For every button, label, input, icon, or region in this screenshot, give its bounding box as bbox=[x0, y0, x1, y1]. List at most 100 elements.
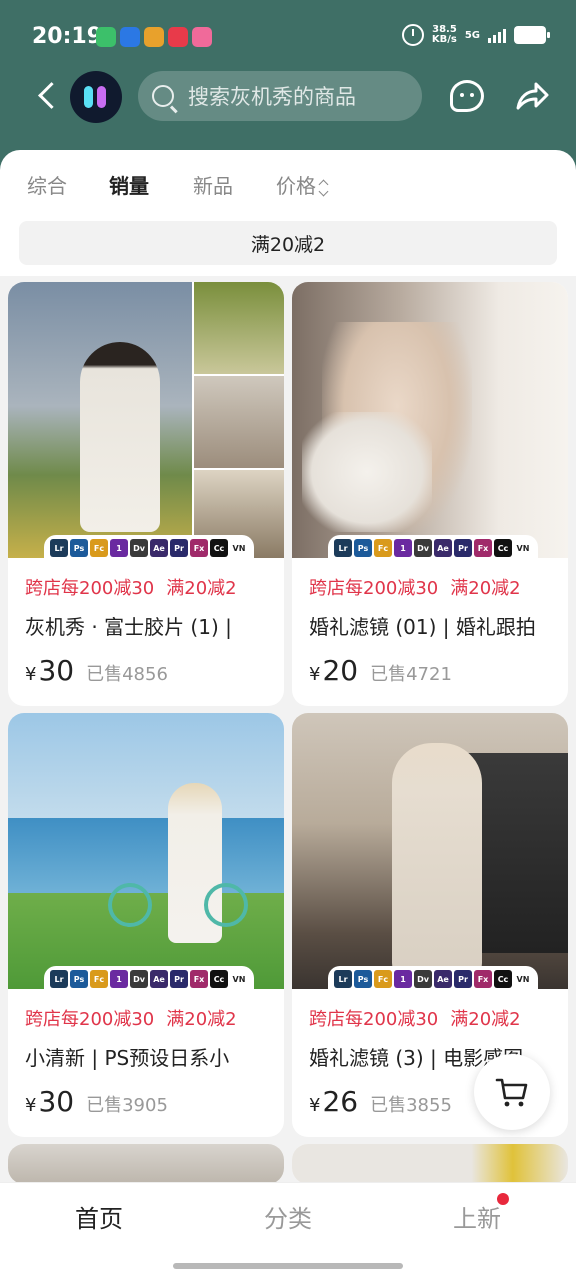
sold-count: 已售4856 bbox=[86, 664, 168, 685]
software-badges: Lr Ps Fc 1 Dv Ae Pr Fx Cc VN bbox=[328, 966, 538, 992]
network-type: 5G bbox=[464, 29, 480, 41]
app-notification-icon bbox=[168, 27, 188, 47]
price-value: 20 bbox=[322, 654, 359, 687]
final-cut-badge-icon: Fx bbox=[190, 970, 208, 988]
app-notification-icon bbox=[96, 27, 116, 47]
promo-tags: 跨店每200减30 满20减2 bbox=[25, 1005, 237, 1031]
promo-tag: 跨店每200减30 bbox=[25, 1009, 155, 1030]
software-badges: Lr Ps Fc 1 Dv Ae Pr Fx Cc VN bbox=[44, 966, 254, 992]
app-badge-icon: 1 bbox=[394, 539, 412, 557]
capcut-badge-icon: Cc bbox=[494, 539, 512, 557]
tab-sales[interactable]: 销量 bbox=[109, 170, 149, 199]
after-effects-badge-icon: Ae bbox=[150, 970, 168, 988]
promo-tag: 满20减2 bbox=[166, 1009, 237, 1030]
product-image bbox=[8, 1144, 284, 1184]
capcut-badge-icon: Cc bbox=[210, 970, 228, 988]
premiere-badge-icon: Pr bbox=[170, 970, 188, 988]
promo-tag: 跨店每200减30 bbox=[309, 578, 439, 599]
davinci-badge-icon: Dv bbox=[130, 970, 148, 988]
premiere-badge-icon: Pr bbox=[454, 970, 472, 988]
search-icon bbox=[152, 85, 174, 107]
notification-dot bbox=[497, 1193, 509, 1205]
product-price: ¥20 已售4721 bbox=[309, 654, 452, 687]
cart-button[interactable] bbox=[474, 1054, 550, 1130]
product-title: 灰机秀 · 富士胶片 (1) | bbox=[25, 615, 232, 639]
product-price: ¥30 已售3905 bbox=[25, 1085, 168, 1118]
product-card[interactable]: Lr Ps Fc 1 Dv Ae Pr Fx Cc VN 跨店每200减30 满2… bbox=[8, 282, 284, 706]
status-bar: 20:19 38.5 KB/s 5G bbox=[0, 18, 576, 58]
premiere-badge-icon: Pr bbox=[454, 539, 472, 557]
promo-filter-chip[interactable]: 满20减2 bbox=[19, 221, 557, 265]
currency-symbol: ¥ bbox=[309, 664, 321, 685]
product-price: ¥30 已售4856 bbox=[25, 654, 168, 687]
nav-categories[interactable]: 分类 bbox=[264, 1199, 312, 1234]
network-speed: 38.5 KB/s bbox=[432, 25, 457, 45]
price-value: 26 bbox=[322, 1085, 359, 1118]
sort-arrows-icon bbox=[318, 179, 328, 197]
share-icon bbox=[516, 82, 549, 110]
vn-badge-icon: VN bbox=[230, 539, 248, 557]
final-cut-badge-icon: Fx bbox=[474, 970, 492, 988]
price-value: 30 bbox=[38, 654, 75, 687]
app-notification-icon bbox=[192, 27, 212, 47]
davinci-badge-icon: Dv bbox=[130, 539, 148, 557]
app-badge-icon: Fc bbox=[90, 970, 108, 988]
currency-symbol: ¥ bbox=[309, 1095, 321, 1116]
back-button[interactable] bbox=[34, 80, 64, 112]
promo-tag: 满20减2 bbox=[166, 578, 237, 599]
speed-unit: KB/s bbox=[431, 34, 457, 45]
promo-tag: 满20减2 bbox=[450, 1009, 521, 1030]
tab-price[interactable]: 价格 bbox=[276, 170, 328, 199]
home-indicator[interactable] bbox=[173, 1263, 403, 1269]
shop-logo-icon bbox=[83, 86, 109, 108]
app-notification-icon bbox=[144, 27, 164, 47]
currency-symbol: ¥ bbox=[25, 1095, 37, 1116]
lightroom-badge-icon: Lr bbox=[50, 970, 68, 988]
vn-badge-icon: VN bbox=[514, 539, 532, 557]
product-card[interactable]: Lr Ps Fc 1 Dv Ae Pr Fx Cc VN 跨店每200减30 满2… bbox=[292, 282, 568, 706]
alarm-icon bbox=[401, 24, 424, 46]
nav-new-arrivals[interactable]: 上新 bbox=[453, 1199, 501, 1234]
price-value: 30 bbox=[38, 1085, 75, 1118]
battery-icon bbox=[514, 26, 550, 44]
shop-navbar: 搜索灰机秀的商品 bbox=[0, 68, 576, 124]
search-placeholder: 搜索灰机秀的商品 bbox=[188, 85, 356, 109]
promo-tags: 跨店每200减30 满20减2 bbox=[25, 574, 237, 600]
tab-new[interactable]: 新品 bbox=[193, 170, 233, 199]
signal-icon bbox=[488, 27, 506, 43]
cart-icon bbox=[495, 1078, 528, 1107]
nav-home[interactable]: 首页 bbox=[75, 1199, 123, 1234]
product-card[interactable] bbox=[292, 1144, 568, 1184]
promo-tags: 跨店每200减30 满20减2 bbox=[309, 1005, 521, 1031]
promo-tags: 跨店每200减30 满20减2 bbox=[309, 574, 521, 600]
currency-symbol: ¥ bbox=[25, 664, 37, 685]
product-card[interactable] bbox=[8, 1144, 284, 1184]
share-button[interactable] bbox=[514, 80, 550, 112]
software-badges: Lr Ps Fc 1 Dv Ae Pr Fx Cc VN bbox=[328, 535, 538, 561]
lightroom-badge-icon: Lr bbox=[50, 539, 68, 557]
bottom-nav: 首页 分类 上新 bbox=[0, 1182, 576, 1280]
sold-count: 已售3855 bbox=[370, 1095, 452, 1116]
status-time: 20:19 bbox=[32, 24, 103, 49]
product-card[interactable]: Lr Ps Fc 1 Dv Ae Pr Fx Cc VN 跨店每200减30 满2… bbox=[8, 713, 284, 1137]
search-input[interactable]: 搜索灰机秀的商品 bbox=[138, 71, 422, 121]
capcut-badge-icon: Cc bbox=[210, 539, 228, 557]
app-badge-icon: 1 bbox=[394, 970, 412, 988]
header-bar: 20:19 38.5 KB/s 5G 搜索灰机秀的商品 bbox=[0, 0, 576, 170]
capcut-badge-icon: Cc bbox=[494, 970, 512, 988]
product-image bbox=[292, 713, 568, 989]
customer-service-button[interactable] bbox=[450, 80, 484, 112]
photoshop-badge-icon: Ps bbox=[70, 970, 88, 988]
final-cut-badge-icon: Fx bbox=[474, 539, 492, 557]
vn-badge-icon: VN bbox=[230, 970, 248, 988]
lightroom-badge-icon: Lr bbox=[334, 539, 352, 557]
davinci-badge-icon: Dv bbox=[414, 539, 432, 557]
app-badge-icon: Fc bbox=[90, 539, 108, 557]
app-badge-icon: 1 bbox=[110, 539, 128, 557]
vn-badge-icon: VN bbox=[514, 970, 532, 988]
shop-logo[interactable] bbox=[70, 71, 122, 123]
tab-price-label: 价格 bbox=[276, 174, 316, 198]
tab-comprehensive[interactable]: 综合 bbox=[27, 170, 67, 199]
sold-count: 已售4721 bbox=[370, 664, 452, 685]
after-effects-badge-icon: Ae bbox=[434, 970, 452, 988]
